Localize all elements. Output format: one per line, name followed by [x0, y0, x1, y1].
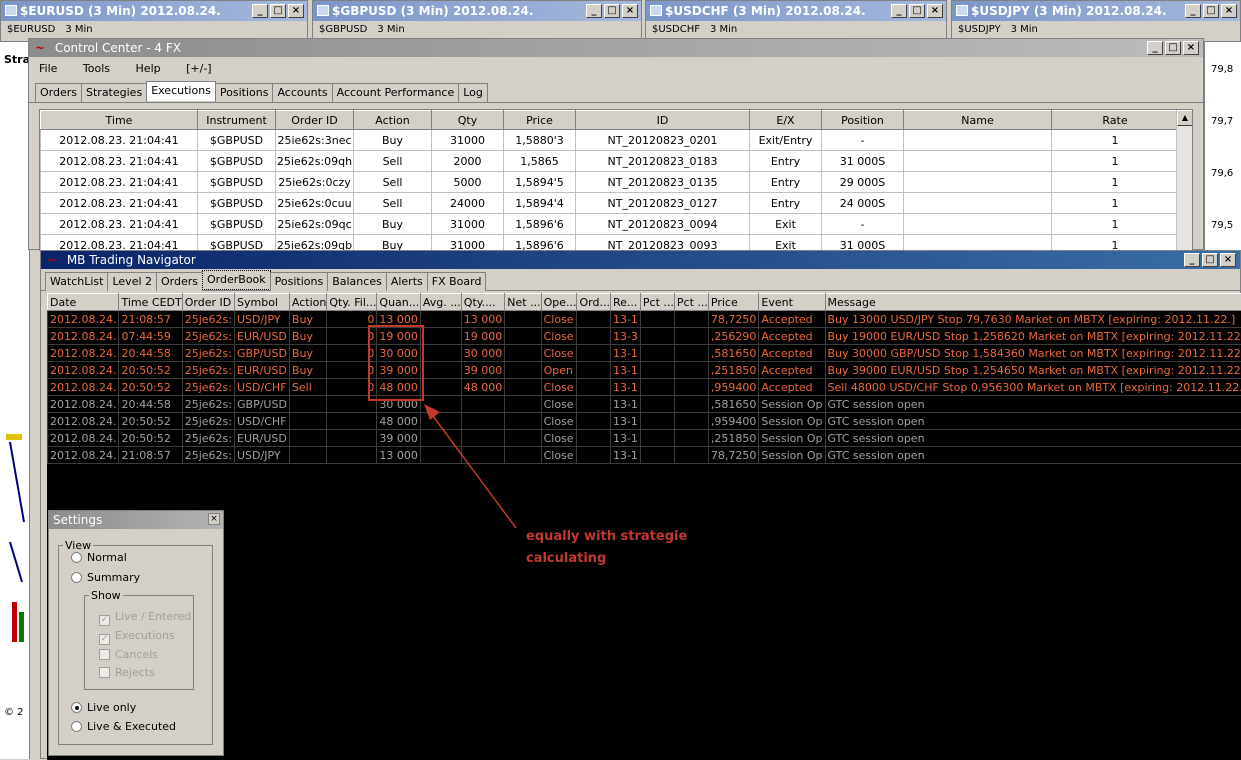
- checkbox-label: Live / Entered: [115, 610, 191, 623]
- summary-label: Summary: [87, 571, 140, 584]
- radio-icon: [71, 552, 82, 563]
- radio-icon: [71, 702, 82, 713]
- settings-title: Settings: [53, 513, 102, 527]
- executions-checkbox[interactable]: ✓ Executions: [99, 629, 175, 645]
- checkbox-icon: [99, 667, 110, 678]
- annotation-line: equally with strategie: [526, 526, 687, 548]
- annotation-line: calculating: [526, 548, 687, 570]
- live-only-label: Live only: [87, 701, 136, 714]
- checkbox-label: Rejects: [115, 666, 155, 679]
- cancels-checkbox[interactable]: Cancels: [99, 648, 158, 661]
- settings-titlebar[interactable]: Settings ×: [49, 511, 223, 529]
- normal-label: Normal: [87, 551, 127, 564]
- live-only-radio[interactable]: Live only: [71, 701, 136, 714]
- normal-radio[interactable]: Normal: [71, 551, 127, 564]
- settings-panel: Settings × View Normal Summary Show ✓Liv…: [48, 510, 224, 756]
- live-entered-checkbox[interactable]: ✓ Live / Entered: [99, 610, 191, 626]
- annotation-text: equally with strategie calculating: [526, 526, 687, 570]
- show-legend: Show: [89, 589, 123, 602]
- checkbox-label: Cancels: [115, 648, 158, 661]
- checkbox-icon: [99, 649, 110, 660]
- live-executed-label: Live & Executed: [87, 720, 176, 733]
- close-icon[interactable]: ×: [208, 513, 220, 525]
- checkbox-icon: ✓: [99, 634, 110, 645]
- rejects-checkbox[interactable]: Rejects: [99, 666, 155, 679]
- checkbox-label: Executions: [115, 629, 175, 642]
- checkbox-icon: ✓: [99, 615, 110, 626]
- radio-icon: [71, 572, 82, 583]
- live-executed-radio[interactable]: Live & Executed: [71, 720, 176, 733]
- radio-icon: [71, 721, 82, 732]
- summary-radio[interactable]: Summary: [71, 571, 140, 584]
